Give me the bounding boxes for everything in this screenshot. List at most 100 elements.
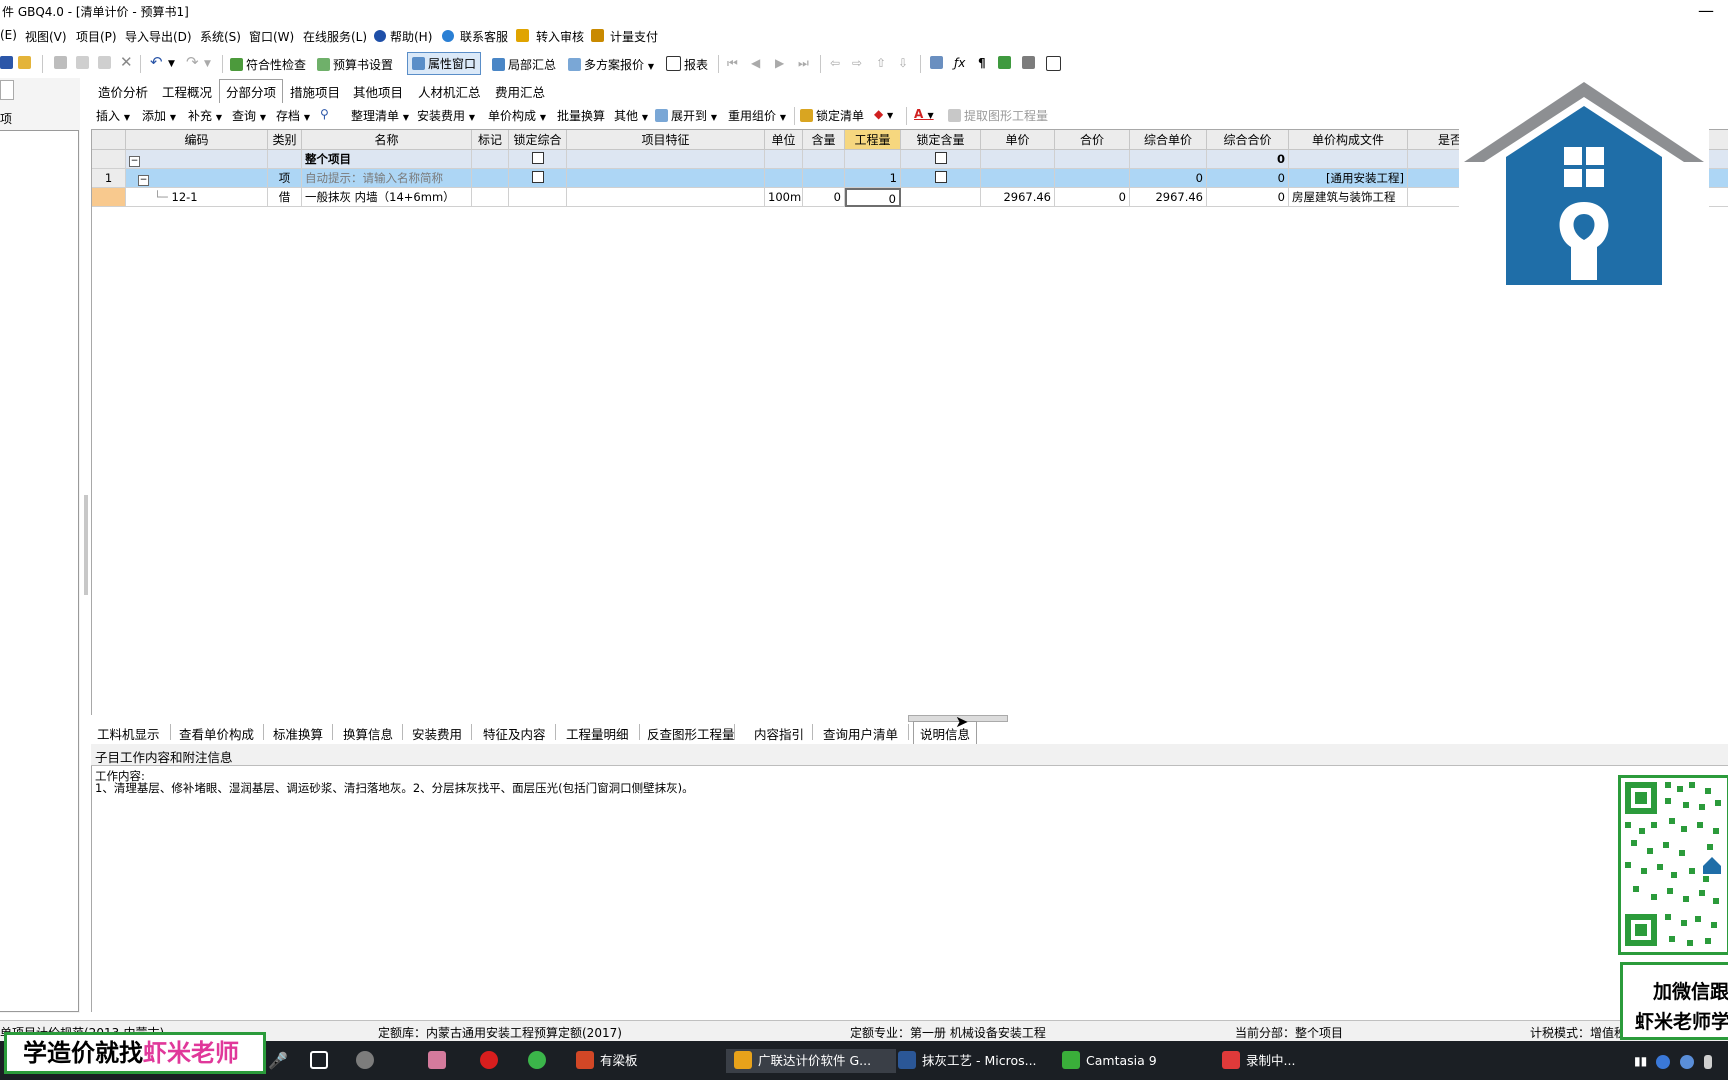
left-pane-tab[interactable] <box>0 80 14 100</box>
compliance-check-button[interactable]: 符合性检查 <box>230 56 306 73</box>
extract-quantity-button[interactable]: 提取图形工程量 <box>948 107 1048 124</box>
insert-button[interactable]: 插入 ▼ <box>96 107 130 124</box>
lock-comprehensive-checkbox[interactable] <box>531 171 544 183</box>
taskbar-item-powerpoint[interactable]: 有梁板 <box>572 1049 692 1073</box>
supplement-button[interactable]: 补充 ▼ <box>188 107 222 124</box>
tab-cost-analysis[interactable]: 造价分析 <box>98 82 148 101</box>
col-header-amount[interactable]: 合价 <box>1055 130 1130 150</box>
lock-list-button[interactable]: 锁定清单 <box>800 107 864 124</box>
open-folder-icon[interactable] <box>18 56 34 70</box>
calculator-icon[interactable] <box>930 56 946 70</box>
next-record-icon[interactable]: ▶ <box>775 56 784 70</box>
col-header-features[interactable]: 项目特征 <box>567 130 765 150</box>
paragraph-icon[interactable]: ¶ <box>978 56 986 70</box>
collapse-icon[interactable]: − <box>138 175 149 186</box>
tab-measure-items[interactable]: 措施项目 <box>290 82 340 101</box>
move-right-icon[interactable]: ⇨ <box>852 56 862 70</box>
quantity-input[interactable]: 0 <box>845 188 901 207</box>
move-down-icon[interactable]: ⇩ <box>898 56 908 70</box>
col-header-lock-comprehensive[interactable]: 锁定综合 <box>509 130 567 150</box>
first-record-icon[interactable]: ⏮ <box>727 56 738 71</box>
copy-icon[interactable] <box>76 56 92 70</box>
menu-import-export[interactable]: 导入导出(D) <box>125 28 192 45</box>
tab-fee-summary[interactable]: 费用汇总 <box>495 82 545 101</box>
whole-project-total[interactable]: 0 <box>1207 150 1289 169</box>
taskbar-item-camtasia[interactable]: Camtasia 9 <box>1058 1049 1212 1073</box>
menu-window[interactable]: 窗口(W) <box>249 28 294 45</box>
reuse-pricing-button[interactable]: 重用组价 ▼ <box>728 107 786 124</box>
collapse-icon[interactable]: − <box>129 156 140 167</box>
tab-labor-material-display[interactable]: 工料机显示 <box>97 724 160 743</box>
tab-labor-material-summary[interactable]: 人材机汇总 <box>418 82 481 101</box>
minimize-button[interactable]: — <box>1698 1 1714 20</box>
menu-project[interactable]: 项目(P) <box>76 28 117 45</box>
project-tree[interactable] <box>0 130 79 1012</box>
save-icon[interactable] <box>0 56 16 70</box>
tab-install-fee[interactable]: 安装费用 <box>412 724 462 743</box>
battery-icon[interactable] <box>1704 1049 1718 1073</box>
report-button[interactable]: 报表 <box>666 56 708 73</box>
col-header-name[interactable]: 名称 <box>302 130 472 150</box>
tab-project-overview[interactable]: 工程概况 <box>162 82 212 101</box>
col-header-mark[interactable]: 标记 <box>472 130 509 150</box>
netease-music-icon[interactable] <box>480 1049 504 1073</box>
query-button[interactable]: 查询 ▼ <box>232 107 266 124</box>
property-window-button[interactable]: 属性窗口 <box>407 52 482 75</box>
tab-conversion-info[interactable]: 换算信息 <box>343 724 393 743</box>
redo-icon[interactable]: ↷ <box>186 53 199 71</box>
grid-view-icon[interactable] <box>1046 56 1064 72</box>
col-header-comprehensive-total[interactable]: 综合合价 <box>1207 130 1289 150</box>
undo-dropdown-icon[interactable]: ▼ <box>168 59 175 69</box>
organize-list-button[interactable]: 整理清单 ▼ <box>351 107 409 124</box>
last-record-icon[interactable]: ⏭ <box>798 56 809 71</box>
360-browser-icon[interactable] <box>528 1049 552 1073</box>
multi-quote-button[interactable]: 多方案报价 ▼ <box>568 56 654 73</box>
prev-record-icon[interactable]: ◀ <box>751 56 760 70</box>
lock-comprehensive-checkbox[interactable] <box>531 152 544 164</box>
lock-content-checkbox[interactable] <box>934 152 947 164</box>
paint-app-icon[interactable] <box>428 1049 452 1073</box>
move-up-icon[interactable]: ⇧ <box>876 56 886 70</box>
fill-color-icon[interactable]: ◆ ▼ <box>874 107 893 121</box>
menu-contact-support[interactable]: 联系客服 <box>460 28 508 45</box>
col-header-price-file[interactable]: 单价构成文件 <box>1289 130 1408 150</box>
google-tray-icon[interactable] <box>1680 1049 1700 1073</box>
splitter-handle[interactable] <box>84 495 88 595</box>
browser-icon[interactable] <box>356 1049 380 1073</box>
microphone-icon[interactable]: 🎤 <box>268 1049 288 1073</box>
redo-dropdown-icon[interactable]: ▼ <box>204 59 211 69</box>
col-header-unit[interactable]: 单位 <box>765 130 803 150</box>
tab-content-guide[interactable]: 内容指引 <box>754 724 804 743</box>
taskbar-item-word[interactable]: 抹灰工艺 - Micros... <box>894 1049 1048 1073</box>
printer-icon[interactable] <box>1022 56 1038 70</box>
install-fee-button[interactable]: 安装费用 ▼ <box>417 107 475 124</box>
col-header-quantity[interactable]: 工程量 <box>845 130 901 150</box>
delete-icon[interactable]: ✕ <box>120 53 133 71</box>
task-view-icon[interactable] <box>310 1049 334 1073</box>
menu-system[interactable]: 系统(S) <box>200 28 241 45</box>
tab-unit-price-composition[interactable]: 查看单价构成 <box>179 724 254 743</box>
cut-icon[interactable] <box>54 56 70 70</box>
name-hint[interactable]: 自动提示：请输入名称简称 <box>302 169 472 188</box>
menu-transfer-audit[interactable]: 转入审核 <box>536 28 584 45</box>
lock-content-checkbox[interactable] <box>934 171 947 183</box>
col-header-type[interactable]: 类别 <box>268 130 302 150</box>
budget-settings-button[interactable]: 预算书设置 <box>317 56 393 73</box>
paste-icon[interactable] <box>98 56 114 70</box>
menu-help[interactable]: 帮助(H) <box>390 28 432 45</box>
menu-measure-payment[interactable]: 计量支付 <box>610 28 658 45</box>
taskbar-item-recorder[interactable]: 录制中... <box>1218 1049 1372 1073</box>
col-header-content[interactable]: 含量 <box>803 130 845 150</box>
formula-icon[interactable]: ƒx <box>954 56 965 70</box>
menu-edit[interactable]: (E) <box>0 28 17 42</box>
batch-conversion-button[interactable]: 批量换算 <box>557 107 605 124</box>
col-header-lock-content[interactable]: 锁定含量 <box>901 130 981 150</box>
add-button[interactable]: 添加 ▼ <box>142 107 176 124</box>
tab-other-items[interactable]: 其他项目 <box>353 82 403 101</box>
unit-price-composition-button[interactable]: 单价构成 ▼ <box>488 107 546 124</box>
network-icon[interactable]: ▮▮ <box>1634 1049 1647 1073</box>
tab-standard-conversion[interactable]: 标准换算 <box>273 724 323 743</box>
cube-icon[interactable] <box>998 56 1014 70</box>
menu-view[interactable]: 视图(V) <box>25 28 67 45</box>
whole-project-name[interactable]: 整个项目 <box>302 150 472 169</box>
